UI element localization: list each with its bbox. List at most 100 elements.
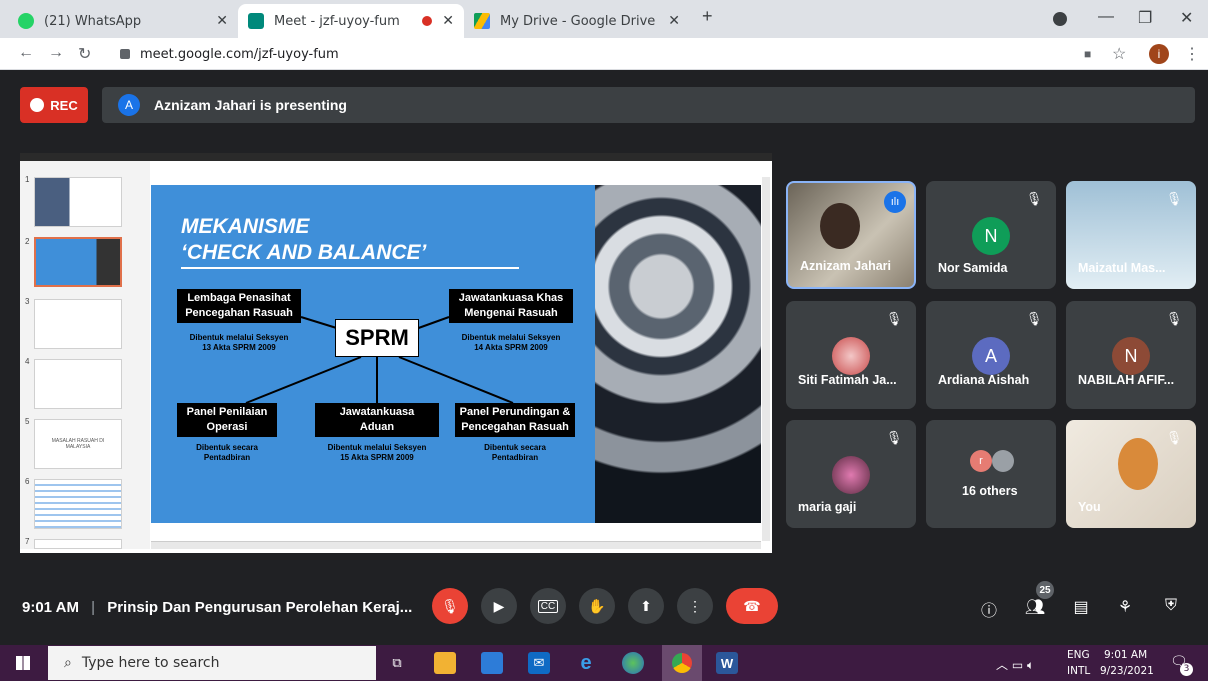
profile-avatar[interactable]: i [1149, 44, 1169, 64]
word-icon[interactable]: W [716, 652, 738, 674]
camera-button[interactable]: ▶ [481, 588, 517, 624]
box-panel-penilaian: Panel Penilaian Operasi [177, 403, 277, 437]
mic-off-icon: 🎙︎ [1165, 430, 1183, 445]
more-icon: ⋮ [688, 597, 702, 614]
thumb-number: 7 [25, 537, 30, 546]
clock-date[interactable]: 9/23/2021 [1100, 665, 1154, 677]
lock-icon [120, 49, 130, 59]
slide-title-2: ‘CHECK AND BALANCE’ [181, 241, 427, 264]
tab-title: Meet - jzf-uyoy-fum [274, 13, 400, 29]
clock-time[interactable]: 9:01 AM [1104, 649, 1147, 661]
slide-thumb[interactable]: MASALAH RASUAH DI MALAYSIA [34, 419, 122, 469]
task-view-icon[interactable]: ⧉ [386, 652, 408, 674]
globe-app-icon[interactable] [622, 652, 644, 674]
more-options-button[interactable]: ⋮ [677, 588, 713, 624]
present-button[interactable]: ⬆ [628, 588, 664, 624]
edge-icon[interactable]: e [575, 652, 597, 674]
host-controls-icon[interactable]: ⛨ [1160, 597, 1182, 615]
mic-off-icon: 🎙︎ [1165, 191, 1183, 206]
taskbar-search[interactable]: ⌕ Type here to search [48, 646, 376, 680]
gears-image [595, 185, 761, 523]
captions-button[interactable]: CC [530, 588, 566, 624]
shared-screen: 1 2 3 4 5 MASALAH RASUAH DI MALAYSIA 6 7 [20, 153, 772, 553]
box-lembaga: Lembaga Penasihat Pencegahan Rasuah [177, 289, 301, 323]
slide-thumb-selected[interactable] [34, 237, 122, 287]
language-indicator[interactable]: ENG [1067, 649, 1090, 661]
reload-icon[interactable]: ↻ [78, 44, 91, 64]
slide-thumb[interactable] [34, 359, 122, 409]
windows-start-icon[interactable] [16, 656, 30, 670]
whatsapp-icon [18, 13, 34, 29]
participant-tile[interactable]: 🎙︎ N NABILAH AFIF... [1066, 301, 1196, 409]
video-icon: ▶ [493, 597, 505, 614]
file-explorer-icon[interactable] [434, 652, 456, 674]
participant-tile[interactable]: 🎙︎ Siti Fatimah Ja... [786, 301, 916, 409]
participant-name: maria gaji [798, 500, 857, 514]
slide-thumb[interactable] [34, 177, 122, 227]
presenter-avatar: A [118, 94, 140, 116]
forward-icon[interactable]: → [48, 44, 64, 62]
tab-drive[interactable]: My Drive - Google Drive ✕ [464, 4, 690, 38]
participant-avatar [992, 450, 1014, 472]
camera-icon[interactable]: ■ [1084, 47, 1091, 61]
tray-icons[interactable]: ︿ ▭ 🔈︎ [996, 656, 1034, 673]
recording-badge: REC [20, 87, 88, 123]
info-separator: | [91, 599, 96, 616]
participant-name: Ardiana Aishah [938, 373, 1030, 387]
slide-thumb[interactable] [34, 479, 122, 529]
star-icon[interactable]: ☆ [1112, 44, 1126, 64]
leave-call-button[interactable]: ☎ [726, 588, 778, 624]
mic-off-icon: 🎙︎ [1165, 311, 1183, 326]
mic-off-icon: 🎙︎ [441, 597, 459, 614]
participant-avatar: r [970, 450, 992, 472]
thumb-number: 3 [25, 297, 30, 306]
screen-top-strip [20, 153, 772, 161]
participant-tile[interactable]: 🎙︎ Maizatul Mas... [1066, 181, 1196, 289]
box-panel-perundingan: Panel Perundingan & Pencegahan Rasuah [455, 403, 575, 437]
store-icon[interactable] [481, 652, 503, 674]
close-window-icon[interactable]: ✕ [1180, 8, 1193, 28]
sub-panel-penilaian: Dibentuk secara Pentadbiran [196, 443, 258, 462]
meet-stage: REC A Aznizam Jahari is presenting 1 2 3… [0, 71, 1208, 645]
participant-video [820, 203, 860, 249]
menu-icon[interactable]: ⋮ [1184, 44, 1200, 64]
thumb-number: 4 [25, 357, 30, 366]
slide-thumb[interactable] [34, 539, 122, 549]
mic-button[interactable]: 🎙︎ [432, 588, 468, 624]
thumb-number: 5 [25, 417, 30, 426]
close-icon[interactable]: ✕ [442, 13, 454, 29]
participant-tile-self[interactable]: 🎙︎ You [1066, 420, 1196, 528]
tab-meet[interactable]: Meet - jzf-uyoy-fum ✕ [238, 4, 464, 38]
slide-thumb[interactable] [34, 299, 122, 349]
chrome-taskbar-button[interactable] [662, 645, 702, 681]
tab-whatsapp[interactable]: (21) WhatsApp ✕ [8, 4, 238, 38]
thumb-number: 6 [25, 477, 30, 486]
record-icon [30, 98, 45, 112]
close-icon[interactable]: ✕ [668, 13, 680, 29]
back-icon[interactable]: ← [18, 44, 34, 62]
info-icon[interactable]: ⓘ [978, 597, 1000, 621]
participant-tile[interactable]: 🎙︎ A Ardiana Aishah [926, 301, 1056, 409]
keyboard-layout[interactable]: INTL [1067, 665, 1090, 677]
minimize-icon[interactable]: — [1098, 8, 1114, 26]
participant-tile[interactable]: 🎙︎ N Nor Samida [926, 181, 1056, 289]
close-icon[interactable]: ✕ [216, 13, 228, 29]
people-icon[interactable]: 👥︎ [1024, 597, 1046, 617]
sub-jawatankuasa-khas: Dibentuk melalui Seksyen 14 Akta SPRM 200… [461, 333, 561, 352]
chat-icon[interactable]: ▤ [1070, 597, 1092, 617]
vertical-scrollbar[interactable] [762, 177, 770, 541]
participant-tile[interactable]: ılı Aznizam Jahari [786, 181, 916, 289]
activities-icon[interactable]: ⚘ [1114, 597, 1136, 617]
meeting-title: Prinsip Dan Pengurusan Perolehan Keraj..… [107, 599, 413, 616]
new-tab-button[interactable]: + [702, 6, 713, 27]
url-field[interactable]: meet.google.com/jzf-uyoy-fum [108, 41, 1068, 67]
restore-icon[interactable]: ❐ [1138, 8, 1152, 28]
participant-name: You [1078, 500, 1101, 514]
mail-icon[interactable]: ✉ [528, 652, 550, 674]
raise-hand-button[interactable]: ✋ [579, 588, 615, 624]
participant-tile[interactable]: 🎙︎ maria gaji [786, 420, 916, 528]
extension-icon[interactable] [1053, 12, 1067, 26]
horizontal-scrollbar[interactable] [151, 541, 761, 549]
others-tile[interactable]: r 16 others [926, 420, 1056, 528]
presenter-text: Aznizam Jahari is presenting [154, 97, 347, 113]
